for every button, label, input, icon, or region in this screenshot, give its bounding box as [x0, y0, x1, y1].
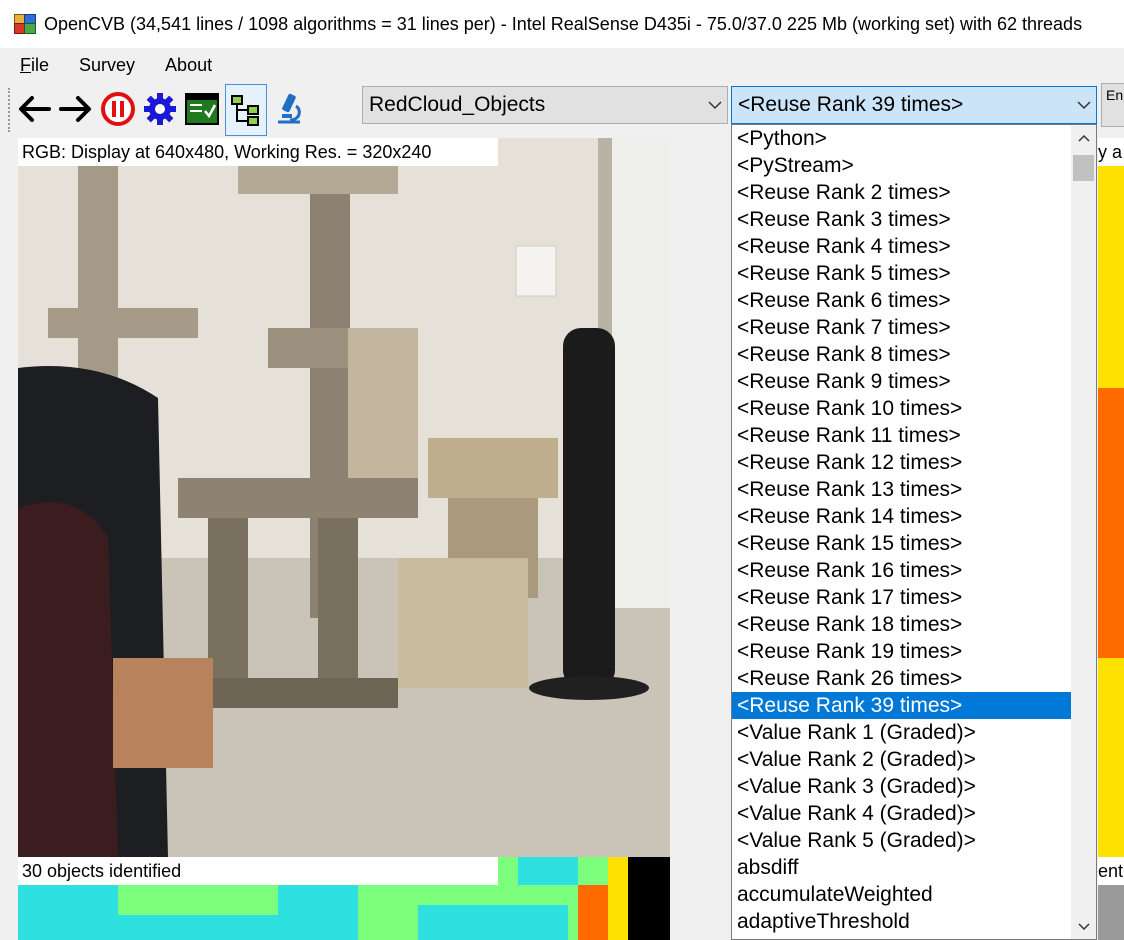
menu-file[interactable]: File: [10, 55, 59, 76]
dropdown-item[interactable]: <Reuse Rank 13 times>: [732, 476, 1072, 503]
dropdown-item[interactable]: <Reuse Rank 7 times>: [732, 314, 1072, 341]
right-depth-view: [1098, 138, 1124, 940]
dropdown-item[interactable]: <Reuse Rank 16 times>: [732, 557, 1072, 584]
menu-about[interactable]: About: [155, 55, 222, 76]
mask-view-strip: [498, 857, 670, 885]
menu-survey[interactable]: Survey: [69, 55, 145, 76]
side-button[interactable]: En: [1101, 83, 1124, 127]
group-combo-value: <Reuse Rank 39 times>: [738, 93, 964, 116]
app-icon: [14, 14, 36, 34]
pause-icon: [101, 92, 135, 126]
right-view-label: y a: [1098, 138, 1124, 166]
window-title: OpenCVB (34,541 lines / 1098 algorithms …: [44, 13, 1083, 34]
toolbar-grip[interactable]: [8, 88, 13, 132]
chevron-down-icon: [1072, 100, 1096, 110]
rgb-camera-view: [18, 138, 670, 858]
settings-button[interactable]: [142, 90, 178, 128]
tree-view-button[interactable]: [225, 84, 267, 136]
dropdown-item[interactable]: <Reuse Rank 26 times>: [732, 665, 1072, 692]
menu-file-label-rest: ile: [31, 54, 50, 75]
dropdown-item[interactable]: <Reuse Rank 15 times>: [732, 530, 1072, 557]
dropdown-item[interactable]: adaptiveThreshold: [732, 908, 1072, 935]
forward-arrow-icon: [59, 96, 91, 122]
dropdown-items: <Python> <PyStream> <Reuse Rank 2 times> <R…: [732, 125, 1072, 935]
dropdown-item[interactable]: <Reuse Rank 2 times>: [732, 179, 1072, 206]
dropdown-item[interactable]: <Value Rank 4 (Graded)>: [732, 800, 1072, 827]
title-bar: OpenCVB (34,541 lines / 1098 algorithms …: [0, 0, 1124, 48]
dropdown-item[interactable]: <Reuse Rank 12 times>: [732, 449, 1072, 476]
dropdown-item[interactable]: <Value Rank 2 (Graded)>: [732, 746, 1072, 773]
camera-image: [18, 138, 670, 858]
group-combo[interactable]: <Reuse Rank 39 times>: [731, 86, 1097, 124]
back-button[interactable]: [16, 90, 52, 128]
scrollbar-thumb[interactable]: [1073, 155, 1094, 181]
scroll-up-icon[interactable]: [1071, 125, 1096, 150]
back-arrow-icon: [19, 96, 51, 122]
pause-button[interactable]: [100, 90, 136, 128]
menu-file-mnemonic: F: [20, 54, 31, 75]
options-button[interactable]: [184, 90, 220, 128]
dropdown-item[interactable]: <Value Rank 1 (Graded)>: [732, 719, 1072, 746]
dropdown-scrollbar[interactable]: [1071, 125, 1096, 939]
right-view-label-bottom: ent: [1098, 857, 1124, 885]
dropdown-item[interactable]: <Reuse Rank 3 times>: [732, 206, 1072, 233]
dropdown-item[interactable]: <Reuse Rank 18 times>: [732, 611, 1072, 638]
dropdown-item[interactable]: <Reuse Rank 14 times>: [732, 503, 1072, 530]
dropdown-item[interactable]: <Reuse Rank 5 times>: [732, 260, 1072, 287]
dropdown-item[interactable]: <Reuse Rank 10 times>: [732, 395, 1072, 422]
microscope-icon: [278, 93, 301, 124]
dropdown-item[interactable]: absdiff: [732, 854, 1072, 881]
dropdown-item[interactable]: <Reuse Rank 19 times>: [732, 638, 1072, 665]
chevron-down-icon: [703, 100, 727, 110]
menu-bar: File Survey About: [0, 48, 1124, 82]
algorithm-combo-value: RedCloud_Objects: [369, 93, 546, 116]
dropdown-item[interactable]: <Reuse Rank 9 times>: [732, 368, 1072, 395]
settings-gear-icon: [144, 93, 176, 125]
dropdown-item[interactable]: <Reuse Rank 4 times>: [732, 233, 1072, 260]
algorithm-combo[interactable]: RedCloud_Objects: [362, 86, 728, 124]
dropdown-item[interactable]: <Value Rank 5 (Graded)>: [732, 827, 1072, 854]
dropdown-item[interactable]: <Value Rank 3 (Graded)>: [732, 773, 1072, 800]
dropdown-item[interactable]: <Reuse Rank 6 times>: [732, 287, 1072, 314]
dropdown-item[interactable]: accumulateWeighted: [732, 881, 1072, 908]
group-dropdown-list[interactable]: <Python> <PyStream> <Reuse Rank 2 times> <R…: [731, 124, 1097, 940]
scroll-down-icon[interactable]: [1071, 914, 1096, 939]
objects-count-label: 30 objects identified: [18, 857, 498, 885]
dropdown-item[interactable]: <Reuse Rank 8 times>: [732, 341, 1072, 368]
redcloud-mask-view: [18, 885, 670, 940]
dropdown-item[interactable]: <Python>: [732, 125, 1072, 152]
dropdown-item[interactable]: <PyStream>: [732, 152, 1072, 179]
forward-button[interactable]: [58, 90, 94, 128]
test-all-button[interactable]: [271, 90, 307, 128]
dropdown-item[interactable]: <Reuse Rank 11 times>: [732, 422, 1072, 449]
rgb-view-label: RGB: Display at 640x480, Working Res. = …: [18, 138, 498, 166]
dropdown-item[interactable]: <Reuse Rank 17 times>: [732, 584, 1072, 611]
dropdown-item[interactable]: <Reuse Rank 39 times>: [732, 692, 1072, 719]
options-window-icon: [185, 93, 219, 125]
tree-view-icon: [231, 95, 259, 126]
